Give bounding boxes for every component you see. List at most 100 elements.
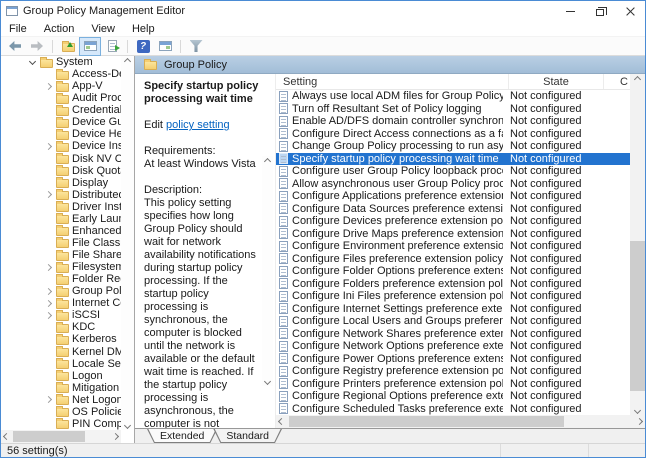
scroll-down-icon[interactable] — [264, 378, 271, 385]
tree-item-mitigation[interactable]: Mitigation — [1, 382, 121, 394]
settings-row[interactable]: Configure Files preference extension pol… — [276, 253, 630, 266]
restore-button[interactable] — [585, 1, 615, 21]
minimize-button[interactable] — [555, 1, 585, 21]
filter-button[interactable] — [186, 38, 206, 55]
chevron-right-icon[interactable] — [43, 313, 53, 318]
settings-row[interactable]: Configure Network Shares preference exte… — [276, 328, 630, 341]
chevron-right-icon[interactable] — [43, 301, 53, 306]
forward-button[interactable] — [27, 38, 47, 55]
tree-item-pin-compl[interactable]: PIN Compl — [1, 418, 121, 430]
tree-item-audit-proc[interactable]: Audit Proc — [1, 92, 121, 104]
settings-row[interactable]: Configure Network Options preference ext… — [276, 340, 630, 353]
settings-row[interactable]: Change Group Policy processing to run as… — [276, 140, 630, 153]
policy-setting-link[interactable]: policy setting — [166, 119, 230, 131]
scroll-down-icon[interactable] — [124, 422, 131, 429]
chevron-right-icon[interactable] — [43, 289, 53, 294]
settings-row[interactable]: Configure Printers preference extension … — [276, 378, 630, 391]
tree-item-device-gua[interactable]: Device Gua — [1, 116, 121, 128]
settings-row[interactable]: Configure Applications preference extens… — [276, 190, 630, 203]
column-header-c[interactable]: C — [603, 74, 630, 89]
back-button[interactable] — [5, 38, 25, 55]
settings-row[interactable]: Configure Ini Files preference extension… — [276, 290, 630, 303]
scroll-right-icon[interactable] — [112, 433, 119, 440]
scroll-up-icon[interactable] — [264, 158, 271, 165]
close-button[interactable] — [615, 1, 645, 21]
tree-item-iscsi[interactable]: iSCSI — [1, 309, 121, 321]
tree-item-system[interactable]: System — [1, 56, 121, 68]
menu-view[interactable]: View — [91, 23, 115, 35]
export-list-button[interactable] — [102, 38, 122, 55]
tree-item-disk-nv-ca[interactable]: Disk NV Ca — [1, 153, 121, 165]
tree-item-locale-serv[interactable]: Locale Serv — [1, 358, 121, 370]
chevron-right-icon[interactable] — [43, 265, 53, 270]
scroll-right-icon[interactable] — [636, 418, 643, 425]
scroll-left-icon[interactable] — [278, 418, 285, 425]
scrollbar-thumb[interactable] — [289, 416, 564, 427]
settings-row[interactable]: Configure Registry preference extension … — [276, 365, 630, 378]
menu-file[interactable]: File — [9, 23, 27, 35]
chevron-right-icon[interactable] — [43, 397, 53, 402]
settings-row[interactable]: Configure Drive Maps preference extensio… — [276, 228, 630, 241]
settings-row[interactable]: Configure Regional Options preference ex… — [276, 390, 630, 403]
tree-item-file-classif[interactable]: File Classif — [1, 237, 121, 249]
scroll-down-icon[interactable] — [634, 407, 641, 414]
chevron-right-icon[interactable] — [43, 192, 53, 197]
column-header-state[interactable]: State — [508, 74, 603, 89]
settings-row[interactable]: Always use local ADM files for Group Pol… — [276, 90, 630, 103]
scroll-up-icon[interactable] — [124, 58, 131, 65]
tree-item-file-share[interactable]: File Share — [1, 249, 121, 261]
scrollbar-thumb[interactable] — [630, 241, 645, 391]
settings-row[interactable]: Specify startup policy processing wait t… — [276, 153, 630, 166]
tree-item-distributed[interactable]: Distributed — [1, 189, 121, 201]
settings-row[interactable]: Configure Devices preference extension p… — [276, 215, 630, 228]
tree-item-internet-co[interactable]: Internet Co — [1, 297, 121, 309]
tree-item-kdc[interactable]: KDC — [1, 321, 121, 333]
tree-item-access-den[interactable]: Access-Den — [1, 68, 121, 80]
scroll-up-icon[interactable] — [634, 76, 641, 83]
tree-item-net-logon[interactable]: Net Logon — [1, 394, 121, 406]
settings-row[interactable]: Configure Local Users and Groups prefere… — [276, 315, 630, 328]
tree-item-filesystem[interactable]: Filesystem — [1, 261, 121, 273]
help-button[interactable] — [133, 38, 153, 55]
settings-row[interactable]: Configure Folder Options preference exte… — [276, 265, 630, 278]
chevron-right-icon[interactable] — [43, 84, 53, 89]
tree-item-credential[interactable]: Credential — [1, 104, 121, 116]
settings-row[interactable]: Configure Internet Settings preference e… — [276, 303, 630, 316]
tree-item-folder-red[interactable]: Folder Red — [1, 273, 121, 285]
scrollbar-thumb[interactable] — [13, 431, 85, 442]
tree-item-enhanced[interactable]: Enhanced — [1, 225, 121, 237]
tree-item-kernel-dm[interactable]: Kernel DM — [1, 346, 121, 358]
tree-item-disk-quota[interactable]: Disk Quota — [1, 165, 121, 177]
tab-extended[interactable]: Extended — [147, 429, 217, 443]
settings-row[interactable]: Configure Power Options preference exten… — [276, 353, 630, 366]
column-header-setting[interactable]: Setting — [276, 74, 508, 89]
settings-row[interactable]: Configure Direct Access connections as a… — [276, 128, 630, 141]
chevron-right-icon[interactable] — [43, 144, 53, 149]
show-action-pane-button[interactable] — [155, 38, 175, 55]
settings-row[interactable]: Configure Environment preference extensi… — [276, 240, 630, 253]
tree-item-logon[interactable]: Logon — [1, 370, 121, 382]
tree-item-app-v[interactable]: App-V — [1, 80, 121, 92]
settings-row[interactable]: Allow asynchronous user Group Policy pro… — [276, 178, 630, 191]
settings-row[interactable]: Configure Folders preference extension p… — [276, 278, 630, 291]
up-one-level-button[interactable] — [58, 38, 78, 55]
tree-item-kerberos[interactable]: Kerberos — [1, 333, 121, 345]
settings-row[interactable]: Configure Data Sources preference extens… — [276, 203, 630, 216]
tree-item-os-policies[interactable]: OS Policies — [1, 406, 121, 418]
tree-item-display[interactable]: Display — [1, 177, 121, 189]
menu-action[interactable]: Action — [44, 23, 75, 35]
settings-row[interactable]: Enable AD/DFS domain controller synchron… — [276, 115, 630, 128]
tree-item-device-inst[interactable]: Device Inst — [1, 140, 121, 152]
menu-help[interactable]: Help — [132, 23, 155, 35]
tree-item-early-laun[interactable]: Early Laun — [1, 213, 121, 225]
tree-item-device-hea[interactable]: Device Hea — [1, 128, 121, 140]
settings-row[interactable]: Configure user Group Policy loopback pro… — [276, 165, 630, 178]
settings-row[interactable]: Turn off Resultant Set of Policy logging… — [276, 103, 630, 116]
settings-row[interactable]: Configure Scheduled Tasks preference ext… — [276, 403, 630, 416]
show-console-tree-button[interactable] — [80, 38, 100, 55]
tree-item-group-poli[interactable]: Group Poli — [1, 285, 121, 297]
tab-standard[interactable]: Standard — [213, 429, 282, 443]
chevron-down-icon[interactable] — [27, 61, 37, 64]
tree-item-driver-inst[interactable]: Driver Inst — [1, 201, 121, 213]
scroll-left-icon[interactable] — [3, 433, 10, 440]
